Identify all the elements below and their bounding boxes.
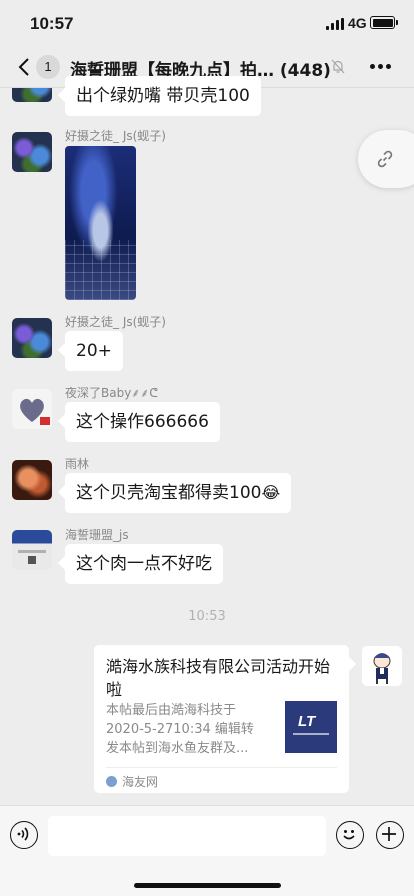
message-text: 这个贝壳淘宝都得卖100 [76, 483, 262, 503]
input-bar [0, 805, 414, 896]
signal-icon [326, 18, 344, 30]
avatar[interactable] [12, 530, 52, 570]
plus-icon[interactable] [376, 821, 404, 849]
message-bubble[interactable]: 这个操作666666 [65, 402, 220, 442]
voice-waves-icon [17, 827, 29, 841]
avatar[interactable] [12, 132, 52, 172]
smile-icon [343, 830, 355, 840]
chevron-left-icon [18, 58, 29, 76]
avatar[interactable] [12, 460, 52, 500]
heart-icon [20, 398, 50, 425]
message-bubble[interactable]: 20+ [65, 331, 123, 371]
home-indicator [134, 883, 281, 888]
sender-name: 好摄之徒_ Js(蚬子) [65, 129, 166, 143]
network-label: 4G [348, 15, 367, 31]
unread-badge: 1 [36, 55, 60, 79]
message-bubble[interactable]: 出个绿奶嘴 带贝壳100 [65, 76, 261, 116]
self-avatar[interactable] [362, 646, 402, 686]
plus-cross-icon [382, 827, 397, 842]
bell-muted-icon [331, 59, 345, 74]
status-bar: 10:57 4G [0, 0, 414, 46]
link-card[interactable]: 澔海水族科技有限公司活动开始啦 本帖最后由澔海科技于 2020-5-2710:3… [94, 645, 349, 793]
image-message[interactable] [65, 146, 136, 300]
avatar[interactable] [12, 389, 52, 429]
link-icon [377, 150, 393, 168]
battery-icon [370, 16, 398, 29]
message-input[interactable] [48, 816, 326, 856]
card-thumbnail: LT [285, 701, 337, 753]
voice-icon[interactable] [10, 821, 38, 849]
card-divider [106, 767, 337, 768]
floating-link-button[interactable] [358, 130, 414, 188]
sender-name: 夜深了Baby⸙⸙ᕦ [65, 386, 159, 400]
sender-name: 雨林 [65, 457, 90, 471]
avatar[interactable] [12, 318, 52, 358]
time-divider: 10:53 [188, 609, 226, 624]
message-bubble[interactable]: 这个肉一点不好吃 [65, 544, 223, 584]
sender-name: 海誓珊盟_js [65, 528, 129, 542]
qr-code-icon [18, 550, 46, 564]
card-source: 海友网 [122, 775, 159, 789]
sender-name: 好摄之徒_ Js(蚬子) [65, 315, 166, 329]
emoji-icon[interactable] [336, 821, 364, 849]
more-dots-icon[interactable] [370, 64, 392, 70]
card-description: 本帖最后由澔海科技于 2020-5-2710:34 编辑转发本帖到海水鱼友群及.… [106, 703, 254, 756]
message-bubble[interactable]: 这个贝壳淘宝都得卖100😂 [65, 473, 292, 513]
card-title: 澔海水族科技有限公司活动开始啦 [106, 657, 331, 699]
cartoon-avatar-icon [373, 653, 391, 684]
status-time: 10:57 [30, 14, 74, 33]
source-icon [106, 776, 117, 787]
back-button[interactable]: 1 [14, 55, 64, 79]
laughing-emoji: 😂 [261, 483, 281, 502]
